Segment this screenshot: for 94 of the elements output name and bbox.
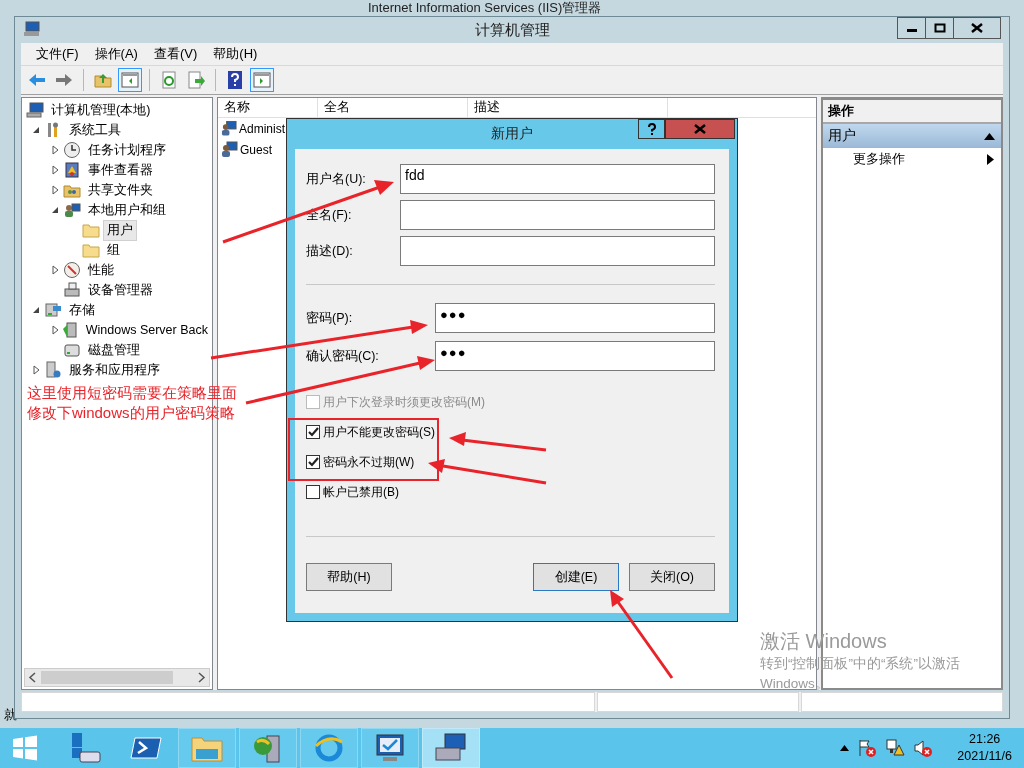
input-field[interactable] (400, 200, 715, 230)
pane-header: 操作 (823, 100, 1001, 124)
question-mark-icon (646, 123, 657, 135)
tree-item[interactable]: 计算机管理(本地) (47, 99, 155, 121)
expand-arrow-icon[interactable] (32, 125, 41, 135)
expand-arrow-icon[interactable] (51, 205, 60, 215)
checkbox-label: 密码永不过期(W) (323, 453, 415, 471)
column-header[interactable]: 全名 (318, 98, 468, 117)
field-label: 用户名(U): (306, 170, 366, 188)
collapse-arrow-icon (984, 132, 995, 140)
tree-item[interactable]: Windows Server Back (81, 321, 212, 339)
server-gear-icon (44, 361, 62, 379)
expand-arrow-icon[interactable] (51, 185, 60, 195)
computer-icon (434, 732, 468, 764)
checkbox[interactable] (306, 485, 320, 499)
field-label: 描述(D): (306, 242, 353, 260)
speaker-muted-icon[interactable] (913, 738, 934, 758)
dialog-title: 新用户 (491, 125, 533, 143)
pane-toggle-icon (120, 70, 140, 90)
expand-arrow-icon[interactable] (32, 305, 41, 315)
pane-toggle-icon (252, 70, 272, 90)
input-field[interactable]: ●●● (435, 303, 715, 333)
taskbar-button[interactable] (422, 728, 480, 768)
user-icon (221, 120, 237, 137)
close-icon (971, 23, 983, 33)
tree-item[interactable]: 事件查看器 (84, 159, 157, 181)
window-title: Internet Information Services (IIS)管理器 (368, 0, 602, 15)
user-icon (221, 141, 238, 158)
tree-item[interactable]: 性能 (84, 259, 118, 281)
input-field[interactable]: ●●● (435, 341, 715, 371)
list-row[interactable]: Administ (218, 118, 285, 139)
checkbox[interactable] (306, 455, 320, 469)
tree-item[interactable]: 本地用户和组 (84, 199, 170, 221)
submenu-arrow-icon (987, 153, 994, 165)
input-field[interactable] (400, 236, 715, 266)
folder-icon (82, 221, 100, 239)
checkbox-label: 用户下次登录时须更改密码(M) (323, 393, 485, 411)
windows-logo-icon (12, 735, 38, 761)
list-row[interactable]: Guest (218, 139, 285, 160)
tree-item[interactable]: 磁盘管理 (84, 339, 144, 361)
close-icon (694, 124, 706, 134)
flag-error-icon[interactable] (857, 738, 878, 758)
input-field[interactable]: fdd (400, 164, 715, 194)
folder-icon (82, 241, 100, 259)
expand-arrow-icon[interactable] (51, 325, 60, 335)
expand-arrow-icon[interactable] (51, 145, 60, 155)
expand-arrow-icon[interactable] (51, 165, 60, 175)
storage-icon (44, 301, 62, 319)
clock-icon (63, 141, 81, 159)
computer-icon (23, 21, 41, 37)
refresh-icon (159, 70, 179, 90)
menu-item[interactable]: 帮助(H) (206, 45, 265, 63)
tree-item[interactable]: 设备管理器 (84, 279, 157, 301)
tree-item[interactable]: 共享文件夹 (84, 179, 157, 201)
field-label: 密码(P): (306, 309, 353, 327)
help-icon (225, 70, 245, 90)
taskbar-button[interactable] (361, 728, 419, 768)
computer-icon (26, 101, 44, 119)
tree-item[interactable]: 用户 (103, 219, 137, 241)
tree-item[interactable]: 组 (103, 239, 124, 261)
checkbox[interactable] (306, 425, 320, 439)
expand-arrow-icon[interactable] (32, 365, 41, 375)
field-label: 确认密码(C): (306, 347, 379, 365)
backup-icon (60, 321, 79, 339)
gauge-icon (63, 261, 81, 279)
menu-item[interactable]: 查看(V) (146, 45, 205, 63)
menu-item[interactable]: 文件(F) (29, 45, 86, 63)
tree-item[interactable]: 存储 (65, 299, 99, 321)
tree-item[interactable]: 系统工具 (65, 119, 125, 141)
dialog-button[interactable]: 帮助(H) (306, 563, 392, 591)
dialog-button[interactable]: 创建(E) (533, 563, 619, 591)
clock[interactable]: 21:26 2021/11/6 (951, 731, 1018, 765)
log-icon (63, 161, 81, 179)
expand-arrow-icon[interactable] (51, 265, 60, 275)
checkbox-label: 用户不能更改密码(S) (323, 423, 435, 441)
column-header[interactable]: 描述 (468, 98, 668, 117)
window-title: 计算机管理 (474, 20, 550, 40)
printer-icon (63, 281, 81, 299)
column-header[interactable]: 名称 (218, 98, 318, 117)
menu-item[interactable]: 操作(A) (87, 45, 145, 63)
tree-item[interactable]: 服务和应用程序 (65, 359, 164, 381)
caret-up-icon[interactable] (840, 745, 850, 751)
tree-item[interactable]: 任务计划程序 (84, 139, 170, 161)
help-button[interactable] (638, 119, 665, 139)
export-icon (186, 70, 206, 90)
section-header[interactable]: 用户 (823, 124, 1001, 148)
network-warning-icon[interactable] (885, 738, 906, 758)
checkbox-label: 帐户已禁用(B) (323, 483, 399, 501)
horizontal-scrollbar[interactable] (24, 668, 210, 687)
monitor-icon (373, 732, 407, 764)
action-item[interactable]: 更多操作 (823, 148, 1001, 170)
maximize-icon (933, 23, 946, 33)
users-icon (63, 201, 81, 219)
dialog-button[interactable]: 关闭(O) (629, 563, 715, 591)
